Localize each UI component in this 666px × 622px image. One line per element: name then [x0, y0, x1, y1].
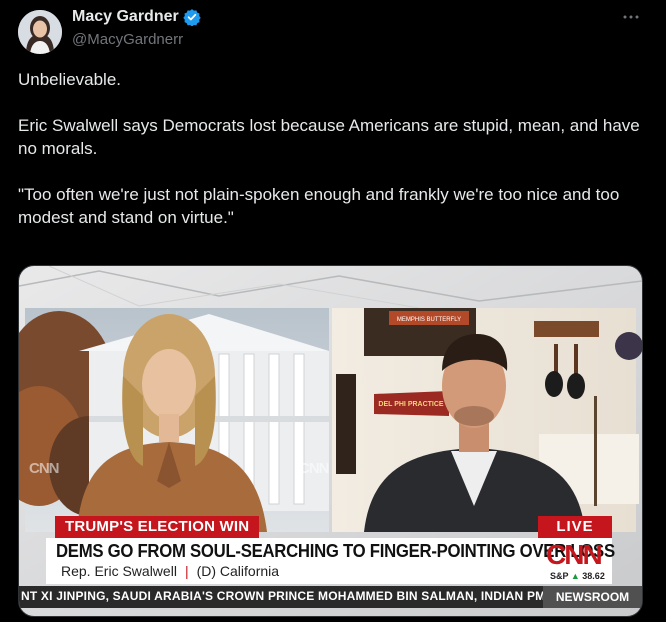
guest-caption: Rep. Eric Swalwell | (D) California	[61, 563, 279, 580]
chyron-topic: TRUMP'S ELECTION WIN	[55, 516, 260, 538]
cnn-logo: CNN	[546, 539, 603, 570]
stock-label: S&P	[550, 571, 569, 581]
author-name-row: Macy Gardner	[72, 8, 201, 27]
caption-separator: |	[184, 563, 189, 579]
ticker-section-label: NEWSROOM	[543, 586, 642, 608]
sign-text: MEMPHIS BUTTERFLY	[397, 317, 461, 323]
guest-affiliation: (D) California	[196, 563, 280, 579]
network-watermark: CNN	[299, 460, 329, 477]
pennant-text: DEL PHI PRACTICE	[378, 401, 444, 408]
author-handle[interactable]: @MacyGardnerr	[72, 31, 183, 48]
avatar-image	[18, 10, 62, 54]
tweet-card: Macy Gardner @MacyGardnerr Unbelievable.…	[0, 0, 666, 622]
verified-badge-icon	[183, 8, 201, 27]
more-horizontal-icon[interactable]	[622, 8, 640, 31]
display-name[interactable]: Macy Gardner	[72, 8, 179, 26]
stock-ticker: S&P ▲ 38.62	[550, 571, 605, 581]
chyron-headline: DEMS GO FROM SOUL-SEARCHING TO FINGER-PO…	[56, 541, 615, 561]
tweet-text: Unbelievable. Eric Swalwell says Democra…	[18, 68, 648, 252]
guest-name: Rep. Eric Swalwell	[61, 563, 177, 579]
live-badge: LIVE	[538, 516, 612, 538]
network-watermark: CNN	[29, 460, 59, 477]
up-arrow-icon: ▲	[570, 571, 580, 581]
news-ticker-text: NT XI JINPING, SAUDI ARABIA'S CROWN PRIN…	[21, 589, 546, 603]
tweet-paragraph: Eric Swalwell says Democrats lost becaus…	[18, 116, 640, 158]
video-media[interactable]: MEMPHIS BUTTERFLY DEL PHI PRACTICE CNN C…	[18, 265, 643, 617]
stock-value: 38.62	[582, 571, 605, 581]
tweet-paragraph: Unbelievable.	[18, 70, 122, 89]
avatar[interactable]	[18, 10, 62, 54]
tweet-paragraph: "Too often we're just not plain-spoken e…	[18, 185, 620, 227]
